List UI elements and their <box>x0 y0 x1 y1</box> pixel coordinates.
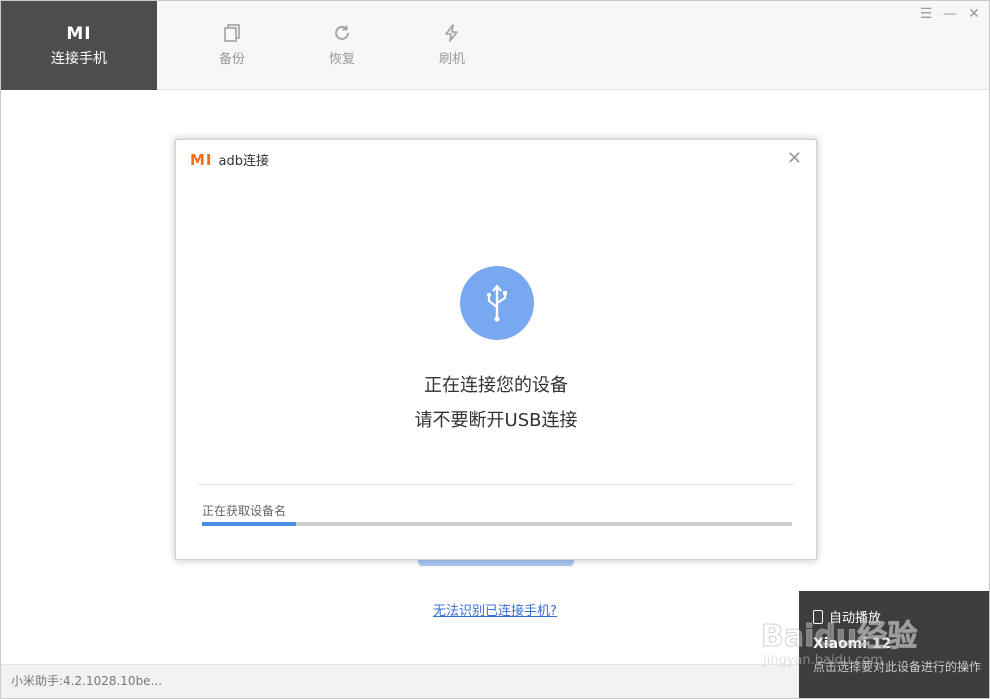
refresh-icon <box>335 25 349 40</box>
tab-flash-label: 刷机 <box>438 52 465 67</box>
connecting-message: 正在连接您的设备 <box>424 375 568 396</box>
window-controls: ☰ — ✕ <box>919 6 981 22</box>
tab-connect-label: 连接手机 <box>51 50 107 67</box>
dialog-header: MI adb连接 <box>190 150 269 170</box>
adb-connect-dialog: MI adb连接 ✕ 正在连接您的设备 请不要断开USB连接 正在获取设备名 <box>175 139 817 560</box>
top-nav: MI 连接手机 备份 恢复 刷机 ☰ — ✕ <box>1 1 989 90</box>
tab-restore[interactable]: 恢复 <box>297 1 387 90</box>
tab-backup-label: 备份 <box>218 52 245 67</box>
mi-logo-icon: MI <box>190 150 213 169</box>
dialog-title: adb连接 <box>218 154 269 169</box>
tab-restore-label: 恢复 <box>328 52 355 67</box>
tab-connect-phone[interactable]: MI 连接手机 <box>1 1 157 90</box>
dialog-divider <box>198 484 794 485</box>
autoplay-title-text: 自动播放 <box>829 611 882 626</box>
app-window: MI 连接手机 备份 恢复 刷机 ☰ — ✕ 无法识别已连接手机? 小米助手:4… <box>0 0 990 699</box>
copy-icon <box>224 24 240 42</box>
dialog-close-icon[interactable]: ✕ <box>787 148 802 169</box>
device-name: Xiaomi 12 <box>813 636 892 652</box>
usb-icon <box>460 266 534 340</box>
autoplay-notification[interactable]: 自动播放 Xiaomi 12 点击选择要对此设备进行的操作 <box>799 591 989 698</box>
progress-label: 正在获取设备名 <box>202 504 287 518</box>
version-text: 小米助手:4.2.1028.10be... <box>11 674 163 688</box>
mi-logo-icon: MI <box>66 23 92 44</box>
close-icon[interactable]: ✕ <box>967 6 981 22</box>
progress-bar-fill <box>202 522 297 526</box>
tab-flash[interactable]: 刷机 <box>407 1 497 90</box>
do-not-disconnect-message: 请不要断开USB连接 <box>414 410 578 431</box>
tab-backup[interactable]: 备份 <box>187 1 277 90</box>
autoplay-hint: 点击选择要对此设备进行的操作 <box>813 660 982 674</box>
minimize-icon[interactable]: — <box>943 6 957 22</box>
menu-icon[interactable]: ☰ <box>919 6 933 22</box>
lightning-icon <box>445 24 458 42</box>
progress-bar <box>202 522 792 526</box>
autoplay-title: 自动播放 <box>813 607 977 626</box>
phone-icon <box>813 609 823 624</box>
